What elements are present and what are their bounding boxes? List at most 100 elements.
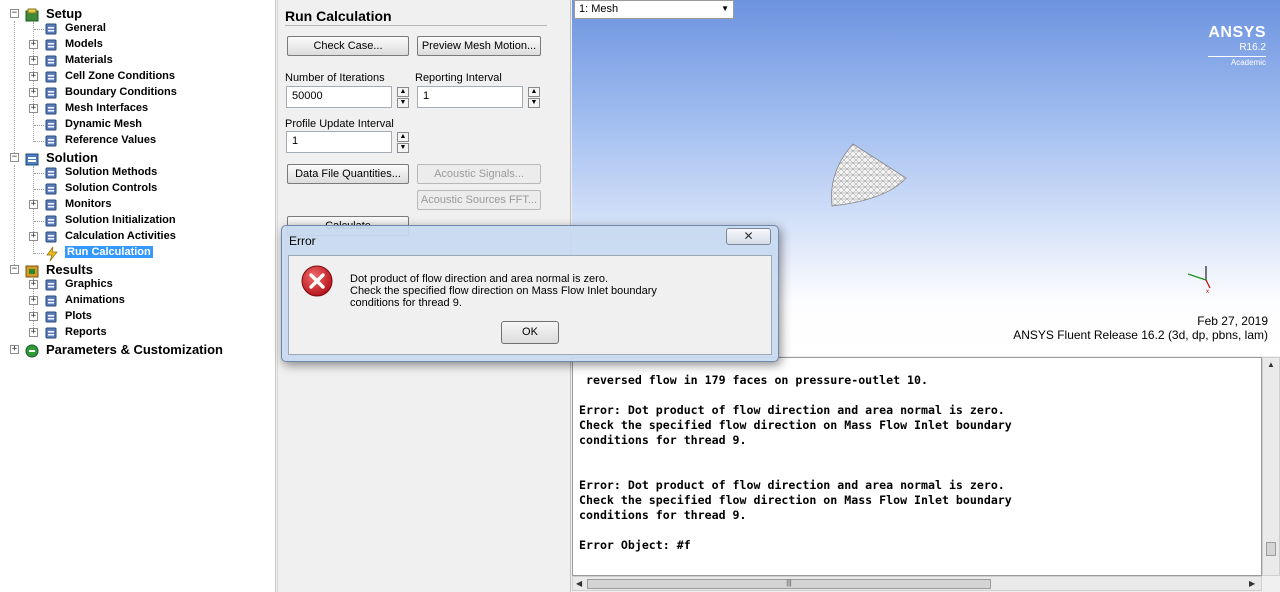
collapse-icon[interactable]: − bbox=[10, 9, 19, 18]
tree-connector bbox=[34, 29, 44, 30]
expand-icon[interactable]: + bbox=[29, 232, 38, 241]
scroll-left-icon[interactable]: ◀ bbox=[576, 579, 582, 588]
iterations-spin-up[interactable]: ▲ bbox=[397, 87, 409, 97]
expand-icon[interactable]: + bbox=[29, 88, 38, 97]
expand-icon[interactable]: + bbox=[10, 345, 19, 354]
setup-icon bbox=[24, 7, 39, 22]
preview-mesh-motion-button[interactable]: Preview Mesh Motion... bbox=[417, 36, 541, 56]
reporting-spin-down[interactable]: ▼ bbox=[528, 98, 540, 108]
tree-item-graphics[interactable]: + Graphics bbox=[0, 277, 276, 293]
general-icon bbox=[44, 22, 58, 36]
initialization-icon bbox=[44, 214, 58, 228]
svg-text:x: x bbox=[1206, 289, 1209, 294]
tree-item-materials[interactable]: + Materials bbox=[0, 53, 276, 69]
horizontal-scroll-thumb[interactable]: ||| bbox=[587, 579, 991, 589]
expand-icon[interactable]: + bbox=[29, 72, 38, 81]
graphics-date: Feb 27, 2019 bbox=[1197, 314, 1268, 328]
tree-item-solution-methods[interactable]: Solution Methods bbox=[0, 165, 276, 181]
collapse-icon[interactable]: − bbox=[10, 153, 19, 162]
graphics-view-select[interactable]: 1: Mesh ▼ bbox=[574, 0, 734, 19]
tree-item-general[interactable]: General bbox=[0, 21, 276, 37]
expand-icon[interactable]: + bbox=[29, 200, 38, 209]
solution-controls-icon bbox=[44, 182, 58, 196]
profile-update-input[interactable]: 1 bbox=[286, 131, 392, 153]
tree-item-solution-controls[interactable]: Solution Controls bbox=[0, 181, 276, 197]
tree-item-calculation-activities[interactable]: + Calculation Activities bbox=[0, 229, 276, 245]
dialog-message-line: Check the specified flow direction on Ma… bbox=[350, 285, 657, 297]
tree-item-label: Reference Values bbox=[65, 134, 157, 146]
tree-item-label: Materials bbox=[65, 54, 113, 66]
profile-spin-down[interactable]: ▼ bbox=[397, 143, 409, 153]
tree-item-cell-zone-conditions[interactable]: + Cell Zone Conditions bbox=[0, 69, 276, 85]
expand-icon[interactable]: + bbox=[29, 328, 38, 337]
dialog-close-button[interactable]: ✕ bbox=[726, 228, 771, 245]
console-line: Check the specified flow direction on Ma… bbox=[579, 418, 1012, 432]
tree-item-boundary-conditions[interactable]: + Boundary Conditions bbox=[0, 85, 276, 101]
tree-item-label: General bbox=[65, 22, 106, 34]
tree-item-results[interactable]: − Results bbox=[0, 262, 276, 278]
console-vertical-scrollbar[interactable]: ▲ bbox=[1262, 357, 1280, 576]
profile-spin-up[interactable]: ▲ bbox=[397, 132, 409, 142]
animations-icon bbox=[44, 294, 58, 308]
tree-item-parameters-customization[interactable]: + Parameters & Customization bbox=[0, 342, 276, 358]
collapse-icon[interactable]: − bbox=[10, 265, 19, 274]
tree-item-models[interactable]: + Models bbox=[0, 37, 276, 53]
ansys-logo: ANSYS R16.2 Academic bbox=[1208, 24, 1266, 67]
tree-item-dynamic-mesh[interactable]: Dynamic Mesh bbox=[0, 117, 276, 133]
tree-item-plots[interactable]: + Plots bbox=[0, 309, 276, 325]
console-horizontal-scrollbar[interactable]: ◀ ||| ▶ bbox=[572, 576, 1262, 591]
expand-icon[interactable]: + bbox=[29, 280, 38, 289]
expand-icon[interactable]: + bbox=[29, 40, 38, 49]
dialog-message-line: conditions for thread 9. bbox=[350, 297, 462, 309]
dialog-message-line: Dot product of flow direction and area n… bbox=[350, 273, 609, 285]
profile-update-label: Profile Update Interval bbox=[285, 118, 394, 130]
tree-item-run-calculation[interactable]: Run Calculation bbox=[0, 245, 276, 262]
iterations-spin-down[interactable]: ▼ bbox=[397, 98, 409, 108]
reporting-spin-up[interactable]: ▲ bbox=[528, 87, 540, 97]
boundary-icon bbox=[44, 86, 58, 100]
graphics-icon bbox=[44, 278, 58, 292]
expand-icon[interactable]: + bbox=[29, 312, 38, 321]
acoustic-sources-fft-button: Acoustic Sources FFT... bbox=[417, 190, 541, 210]
tree-item-label: Setup bbox=[46, 6, 83, 21]
tree-item-label: Results bbox=[46, 262, 93, 277]
tree-item-solution-initialization[interactable]: Solution Initialization bbox=[0, 213, 276, 229]
expand-icon[interactable]: + bbox=[29, 104, 38, 113]
cell-zone-icon bbox=[44, 70, 58, 84]
reference-values-icon bbox=[44, 134, 58, 148]
run-calculation-icon bbox=[44, 246, 58, 262]
tree-item-label: Solution Controls bbox=[65, 182, 158, 194]
tree-connector bbox=[34, 221, 44, 222]
tree-item-reports[interactable]: + Reports bbox=[0, 325, 276, 341]
reports-icon bbox=[44, 326, 58, 340]
models-icon bbox=[44, 38, 58, 52]
tree-item-animations[interactable]: + Animations bbox=[0, 293, 276, 309]
dialog-body: Dot product of flow direction and area n… bbox=[288, 255, 772, 355]
acoustic-signals-button: Acoustic Signals... bbox=[417, 164, 541, 184]
close-icon: ✕ bbox=[743, 229, 754, 243]
parameters-icon bbox=[24, 343, 39, 358]
reporting-interval-input[interactable]: 1 bbox=[417, 86, 523, 108]
tree-item-setup[interactable]: − Setup bbox=[0, 6, 276, 22]
error-dialog: Error ✕ Dot product of flow direction an… bbox=[281, 225, 779, 362]
tree-item-mesh-interfaces[interactable]: + Mesh Interfaces bbox=[0, 101, 276, 117]
tree-item-label: Run Calculation bbox=[65, 246, 153, 258]
check-case-button[interactable]: Check Case... bbox=[287, 36, 409, 56]
data-file-quantities-button[interactable]: Data File Quantities... bbox=[287, 164, 409, 184]
console-text-area[interactable]: reversed flow in 179 faces on pressure-o… bbox=[572, 357, 1262, 576]
tree-item-label: Solution Methods bbox=[65, 166, 158, 178]
tree-item-label: Dynamic Mesh bbox=[65, 118, 143, 130]
console-line: Error Object: #f bbox=[579, 538, 691, 552]
tree-item-reference-values[interactable]: Reference Values bbox=[0, 133, 276, 149]
results-icon bbox=[24, 263, 39, 278]
expand-icon[interactable]: + bbox=[29, 56, 38, 65]
scroll-right-icon[interactable]: ▶ bbox=[1249, 579, 1255, 588]
tree-item-solution[interactable]: − Solution bbox=[0, 150, 276, 166]
expand-icon[interactable]: + bbox=[29, 296, 38, 305]
ok-button[interactable]: OK bbox=[501, 321, 559, 344]
tree-item-monitors[interactable]: + Monitors bbox=[0, 197, 276, 213]
monitors-icon bbox=[44, 198, 58, 212]
scroll-up-icon[interactable]: ▲ bbox=[1267, 360, 1275, 369]
iterations-input[interactable]: 50000 bbox=[286, 86, 392, 108]
vertical-scroll-thumb[interactable] bbox=[1266, 542, 1276, 556]
